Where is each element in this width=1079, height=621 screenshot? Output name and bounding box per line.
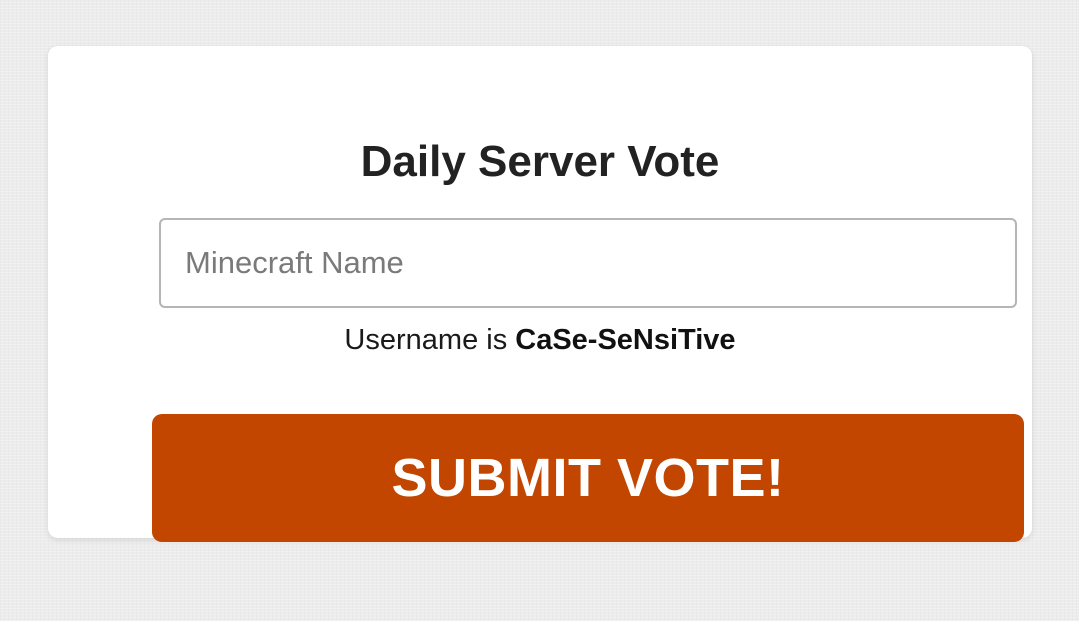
page-title: Daily Server Vote <box>360 137 720 186</box>
page-background: Daily Server Vote Username is CaSe-SeNsi… <box>0 0 1079 621</box>
hint-prefix: Username is <box>344 324 516 356</box>
hint-emphasis: CaSe-SeNsiTive <box>515 324 736 356</box>
minecraft-name-input[interactable] <box>159 218 1017 308</box>
submit-vote-button[interactable]: SUBMIT VOTE! <box>152 414 1024 542</box>
case-sensitive-hint: Username is CaSe-SeNsiTive <box>48 320 1032 360</box>
vote-card: Daily Server Vote Username is CaSe-SeNsi… <box>48 46 1032 542</box>
